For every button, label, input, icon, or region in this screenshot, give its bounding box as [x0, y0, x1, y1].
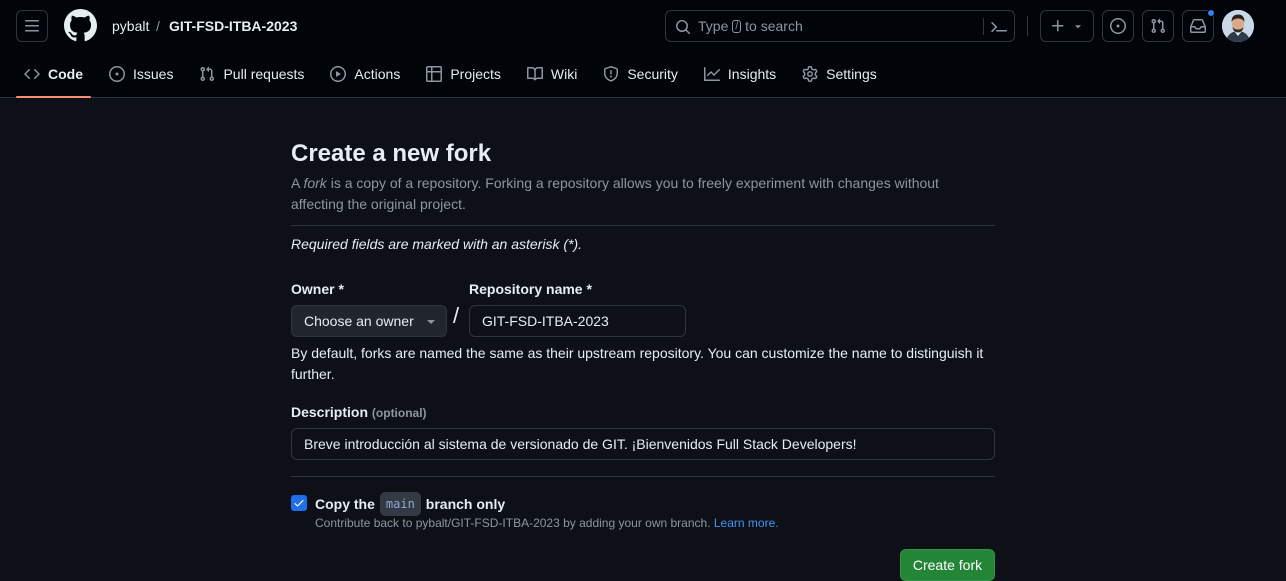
inbox-icon: [1190, 19, 1206, 33]
issue-opened-icon: [1110, 18, 1126, 34]
tab-actions[interactable]: Actions: [322, 56, 408, 92]
search-placeholder-suffix: to search: [745, 18, 803, 34]
intro-text: A fork is a copy of a repository. Forkin…: [291, 173, 995, 215]
code-icon: [24, 68, 40, 80]
create-new-button[interactable]: [1040, 10, 1094, 42]
divider: [291, 476, 995, 477]
github-mark-icon[interactable]: [64, 9, 97, 42]
intro-fork-term: fork: [303, 175, 327, 191]
repository-name-label: Repository name *: [469, 281, 592, 297]
breadcrumb-repo[interactable]: GIT-FSD-ITBA-2023: [169, 16, 297, 36]
create-fork-button[interactable]: Create fork: [900, 549, 995, 581]
search-shortcut-key: /: [732, 19, 742, 33]
owner-select[interactable]: Choose an owner: [291, 305, 447, 337]
tab-security[interactable]: Security: [595, 56, 686, 92]
caret-down-icon: [427, 320, 435, 324]
tab-security-label: Security: [627, 66, 678, 82]
description-label-text: Description: [291, 404, 369, 420]
breadcrumb-separator: /: [156, 18, 160, 34]
tab-actions-label: Actions: [354, 66, 401, 82]
your-pull-requests-button[interactable]: [1142, 10, 1174, 42]
search-divider: [983, 18, 984, 35]
tab-issues-label: Issues: [133, 66, 174, 82]
plus-icon: [1052, 20, 1064, 32]
notification-indicator: [1207, 9, 1215, 17]
tab-pull-requests[interactable]: Pull requests: [191, 56, 312, 92]
git-pull-request-icon: [200, 66, 215, 82]
copy-label-prefix: Copy the: [315, 496, 375, 512]
tab-wiki[interactable]: Wiki: [519, 56, 585, 92]
gear-icon: [802, 66, 818, 82]
page-title: Create a new fork: [291, 140, 492, 167]
tab-insights-label: Insights: [727, 66, 777, 82]
your-issues-button[interactable]: [1102, 10, 1134, 42]
tab-wiki-label: Wiki: [550, 66, 578, 82]
tab-code-label: Code: [48, 66, 83, 82]
repository-name-help: By default, forks are named the same as …: [291, 345, 984, 382]
header-divider: [1027, 16, 1028, 36]
tab-issues[interactable]: Issues: [101, 56, 181, 92]
repository-name-input[interactable]: [469, 305, 686, 337]
menu-button[interactable]: [16, 10, 48, 42]
copy-main-branch-checkbox[interactable]: [291, 495, 307, 511]
tab-projects-label: Projects: [450, 66, 501, 82]
branch-name-chip: main: [379, 492, 421, 516]
divider: [291, 225, 995, 226]
terminal-icon[interactable]: [991, 19, 1007, 35]
learn-more-link[interactable]: Learn more.: [714, 516, 779, 530]
owner-select-value: Choose an owner: [304, 313, 414, 329]
owner-label: Owner *: [291, 281, 344, 297]
intro-rest: is a copy of a repository. Forking a rep…: [291, 175, 939, 212]
git-pull-request-icon: [1151, 18, 1166, 34]
tab-settings[interactable]: Settings: [794, 56, 885, 92]
check-icon: [294, 500, 304, 507]
tab-insights[interactable]: Insights: [696, 56, 784, 92]
copy-main-branch-label[interactable]: Copy the main branch only: [315, 492, 505, 516]
optional-hint: (optional): [371, 406, 427, 420]
tab-code[interactable]: Code: [16, 56, 91, 98]
graph-icon: [703, 67, 720, 81]
play-icon: [330, 66, 347, 82]
avatar[interactable]: [1222, 10, 1254, 42]
tab-settings-label: Settings: [826, 66, 877, 82]
search-icon: [675, 19, 691, 35]
triangle-down-icon: [1075, 25, 1081, 29]
copy-branch-help: Contribute back to pybalt/GIT-FSD-ITBA-2…: [315, 515, 779, 531]
repo-navigation: Code Issues Pull requests Actions Projec…: [16, 56, 895, 98]
search-placeholder-prefix: Type: [698, 18, 729, 34]
breadcrumb-owner[interactable]: pybalt: [112, 16, 149, 36]
table-icon: [426, 66, 443, 82]
hamburger-icon: [25, 20, 39, 32]
intro-prefix: A: [291, 175, 300, 191]
required-fields-note: Required fields are marked with an aster…: [291, 236, 583, 252]
copy-help-text: Contribute back to pybalt/GIT-FSD-ITBA-2…: [315, 516, 711, 530]
issue-opened-icon: [109, 66, 125, 82]
search-placeholder: Type / to search: [698, 18, 803, 34]
shield-icon: [604, 66, 619, 82]
search-input[interactable]: Type / to search: [665, 10, 1015, 42]
book-icon: [526, 66, 543, 81]
owner-repo-separator: /: [453, 303, 460, 328]
copy-label-suffix: branch only: [425, 496, 506, 512]
tab-pull-requests-label: Pull requests: [223, 66, 305, 82]
description-label: Description (optional): [291, 402, 427, 423]
tab-projects[interactable]: Projects: [418, 56, 509, 92]
description-input[interactable]: [291, 428, 995, 460]
